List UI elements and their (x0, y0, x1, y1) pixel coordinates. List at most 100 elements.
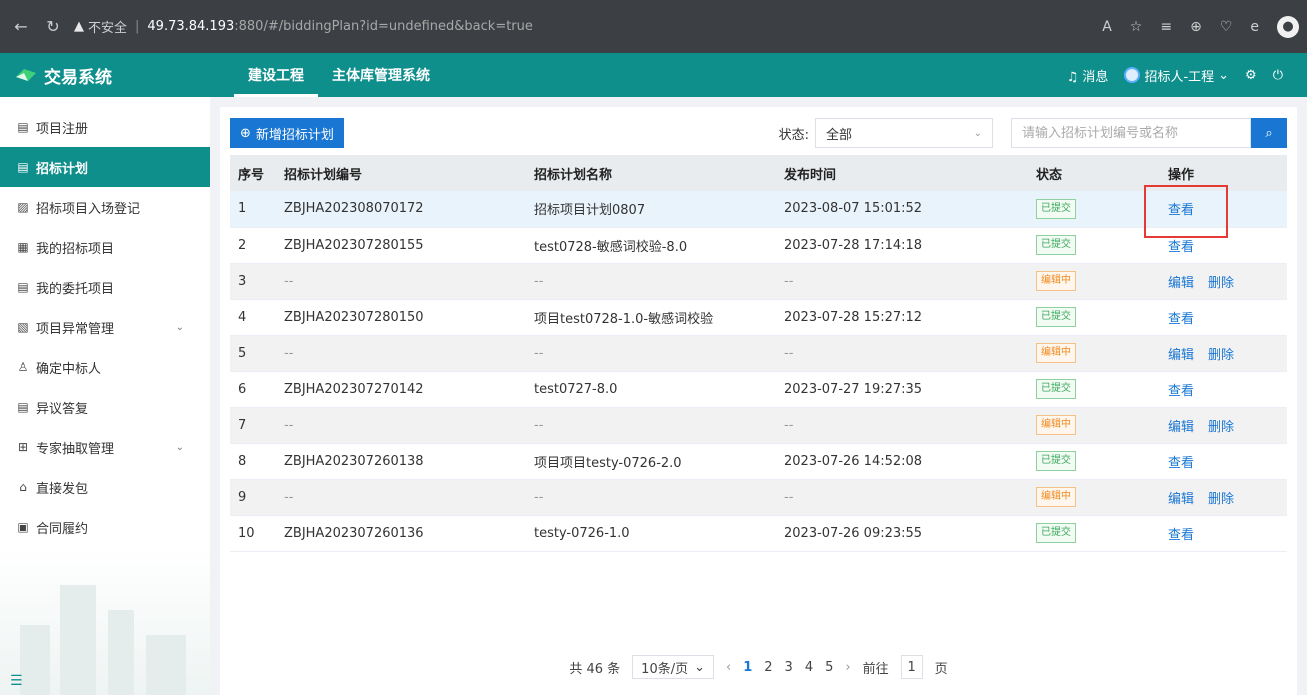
row-number: 4 (230, 299, 276, 336)
sidebar-item-label: 招标计划 (36, 161, 89, 177)
delete-link[interactable]: 删除 (1208, 276, 1234, 291)
edit-link[interactable]: 编辑 (1168, 492, 1194, 507)
status-select[interactable]: 全部 ⌄ (815, 118, 993, 148)
health-icon[interactable]: ♡ (1220, 19, 1233, 35)
page-size-value: 10条/页 (641, 661, 689, 677)
table-row: 7 -- -- -- 编辑中 编辑 删除 (230, 407, 1287, 444)
sidebar-item-bidding-plan[interactable]: ▤ 招标计划 (0, 147, 210, 187)
view-link[interactable]: 查看 (1168, 528, 1194, 543)
row-number: 5 (230, 335, 276, 372)
sidebar-item-exception[interactable]: ▧ 项目异常管理 ⌄ (0, 307, 210, 347)
plan-name: test0727-8.0 (526, 371, 776, 408)
status-badge: 已提交 (1036, 379, 1076, 399)
goto-prefix: 前往 (862, 661, 889, 677)
sidebar-item-my-projects[interactable]: ▦ 我的招标项目 (0, 227, 210, 267)
extensions-icon[interactable]: ⊕ (1190, 19, 1202, 35)
sidebar-item-label: 招标项目入场登记 (36, 201, 141, 217)
settings-icon[interactable]: ⚙ (1245, 68, 1257, 83)
page-number[interactable]: 3 (785, 660, 793, 675)
page-number[interactable]: 4 (805, 660, 813, 675)
sidebar-item-label: 我的委托项目 (36, 281, 115, 297)
register-icon: ▨ (17, 200, 29, 214)
search-input[interactable] (1011, 118, 1251, 148)
status-badge: 已提交 (1036, 307, 1076, 327)
read-aloud-icon[interactable]: A (1102, 19, 1112, 35)
publish-time: 2023-07-28 15:27:12 (776, 299, 1028, 336)
publish-time: -- (776, 407, 1028, 444)
row-number: 7 (230, 407, 276, 444)
browser-actions: A ☆ ≡ ⊕ ♡ e ● (1102, 0, 1299, 53)
bidding-plan-table: 序号 招标计划编号 招标计划名称 发布时间 状态 操作 1 ZBJHA20230… (230, 155, 1287, 552)
browser-toolbar: ← ↻ ▲ 不安全 | 49.73.84.193:880/#/biddingPl… (0, 0, 1307, 53)
search-button[interactable]: ⌕ (1251, 118, 1287, 148)
sidebar-item-objection[interactable]: ▤ 异议答复 (0, 387, 210, 427)
sidebar-item-winner[interactable]: ♙ 确定中标人 (0, 347, 210, 387)
plan-name: testy-0726-1.0 (526, 515, 776, 552)
edge-icon[interactable]: e (1250, 19, 1259, 35)
back-icon[interactable]: ← (10, 17, 32, 36)
toolbar: ⊕ 新增招标计划 状态: 全部 ⌄ ⌕ (230, 117, 1287, 149)
page-number[interactable]: 1 (743, 660, 752, 675)
sidebar-item-expert[interactable]: ⊞ 专家抽取管理 ⌄ (0, 427, 210, 467)
delete-link[interactable]: 删除 (1208, 420, 1234, 435)
row-number: 9 (230, 479, 276, 516)
chevron-down-icon: ⌄ (1218, 67, 1230, 83)
table-row: 3 -- -- -- 编辑中 编辑 删除 (230, 263, 1287, 300)
user-label: 招标人-工程 (1144, 69, 1215, 85)
profile-icon[interactable]: ● (1277, 15, 1299, 38)
url-separator: | (135, 19, 140, 34)
favorite-star-icon[interactable]: ☆ (1130, 19, 1143, 35)
pagination: 共 46 条 10条/页 ⌄ ‹ 1 2 3 4 5 › 前往 1 页 (220, 655, 1297, 679)
address-bar[interactable]: ▲ 不安全 | 49.73.84.193:880/#/biddingPlan?i… (74, 7, 980, 46)
table-row: 8 ZBJHA202307260138 项目项目testy-0726-2.0 2… (230, 443, 1287, 480)
sidebar-item-label: 直接发包 (36, 481, 89, 497)
user-menu[interactable]: 招标人-工程 ⌄ (1124, 66, 1229, 85)
sidebar-item-direct-contract[interactable]: ⌂ 直接发包 (0, 467, 210, 507)
view-link[interactable]: 查看 (1168, 240, 1194, 255)
column-header: 招标计划编号 (276, 155, 526, 191)
url-path: :880/#/biddingPlan?id=undefined&back=tru… (234, 19, 533, 34)
app-header: 交易系统 建设工程 主体库管理系统 ♫ 消息 招标人-工程 ⌄ ⚙ ⏻ (0, 53, 1307, 97)
tab-subject-library[interactable]: 主体库管理系统 (318, 53, 444, 97)
view-link[interactable]: 查看 (1168, 456, 1194, 471)
page-number[interactable]: 2 (764, 660, 772, 675)
sidebar-item-contract[interactable]: ▣ 合同履约 (0, 507, 210, 547)
edit-link[interactable]: 编辑 (1168, 420, 1194, 435)
view-link[interactable]: 查看 (1168, 312, 1194, 327)
plan-code: ZBJHA202307260138 (276, 443, 526, 480)
row-number: 8 (230, 443, 276, 480)
collapse-menu-icon[interactable]: ☰ (10, 673, 23, 689)
refresh-icon[interactable]: ↻ (42, 17, 64, 36)
table-row: 1 ZBJHA202308070172 招标项目计划0807 2023-08-0… (230, 191, 1287, 228)
tab-construction[interactable]: 建设工程 (234, 53, 318, 97)
sidebar-item-my-entrusted[interactable]: ▤ 我的委托项目 (0, 267, 210, 307)
messages-button[interactable]: ♫ 消息 (1067, 66, 1109, 85)
sidebar-item-project-register[interactable]: ▤ 项目注册 (0, 107, 210, 147)
plan-code: ZBJHA202307280150 (276, 299, 526, 336)
next-page-icon[interactable]: › (845, 660, 850, 675)
security-warning: 不安全 (88, 21, 128, 36)
publish-time: 2023-07-26 09:23:55 (776, 515, 1028, 552)
edit-link[interactable]: 编辑 (1168, 348, 1194, 363)
doc-icon: ▤ (17, 120, 29, 134)
contract-icon: ▣ (17, 520, 29, 534)
delete-link[interactable]: 删除 (1208, 492, 1234, 507)
page-size-select[interactable]: 10条/页 ⌄ (632, 655, 715, 679)
prev-page-icon[interactable]: ‹ (726, 660, 731, 675)
favorites-list-icon[interactable]: ≡ (1160, 19, 1172, 35)
row-number: 6 (230, 371, 276, 408)
page-number[interactable]: 5 (825, 660, 833, 675)
sidebar-item-entry-register[interactable]: ▨ 招标项目入场登记 (0, 187, 210, 227)
plan-code: ZBJHA202307260136 (276, 515, 526, 552)
add-bidding-plan-button[interactable]: ⊕ 新增招标计划 (230, 118, 344, 148)
edit-link[interactable]: 编辑 (1168, 276, 1194, 291)
goto-page-input[interactable]: 1 (900, 655, 923, 679)
power-icon[interactable]: ⏻ (1273, 68, 1283, 83)
view-link[interactable]: 查看 (1168, 384, 1194, 399)
plan-code: -- (276, 479, 526, 516)
sidebar-item-label: 合同履约 (36, 521, 89, 537)
sidebar: ▤ 项目注册 ▤ 招标计划 ▨ 招标项目入场登记 ▦ 我的招标项目 ▤ 我的委托项目 ▧ 项… (0, 97, 210, 695)
delete-link[interactable]: 删除 (1208, 348, 1234, 363)
app-logo: 交易系统 (0, 63, 212, 88)
table-row: 9 -- -- -- 编辑中 编辑 删除 (230, 479, 1287, 516)
